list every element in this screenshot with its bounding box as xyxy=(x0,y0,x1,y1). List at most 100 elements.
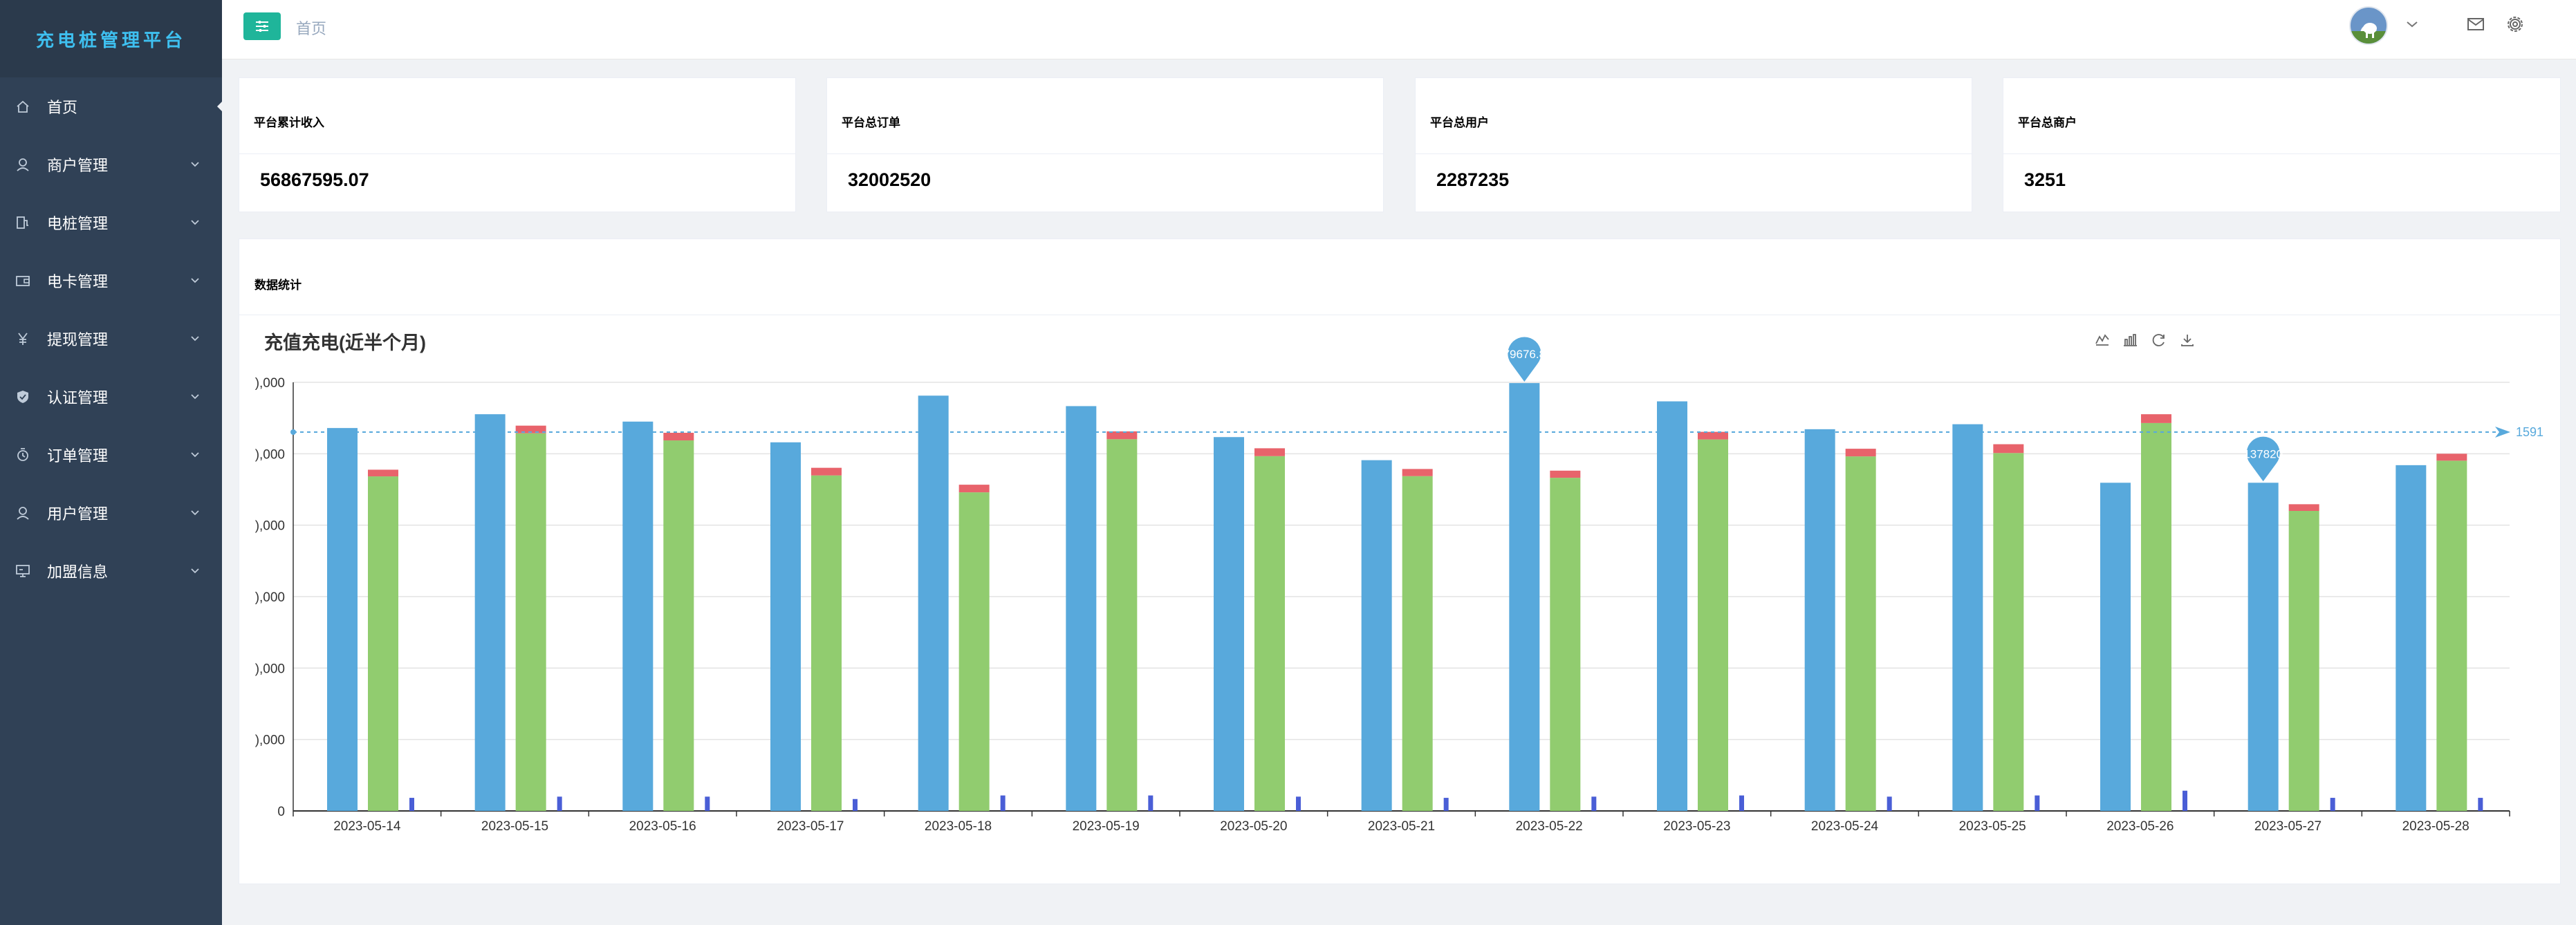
x-tick-label: 2023-05-17 xyxy=(777,819,844,834)
mark-point-label: 137820 xyxy=(2243,447,2283,460)
bar-series-0 xyxy=(1509,383,1540,811)
stat-value: 3251 xyxy=(2024,169,2066,190)
x-tick-label: 2023-05-14 xyxy=(333,819,401,834)
sidebar-item-orders[interactable]: 订单管理 xyxy=(0,426,222,484)
mark-line-label: 1591 xyxy=(2516,425,2543,439)
sidebar-item-label: 首页 xyxy=(47,99,78,116)
bar-series-2 xyxy=(1402,469,1433,476)
bar-series-2 xyxy=(1550,470,1581,478)
avatar-image xyxy=(2351,23,2387,44)
y-tick-label: ),000 xyxy=(255,376,285,391)
x-tick-label: 2023-05-25 xyxy=(1959,819,2026,834)
x-tick-label: 2023-05-19 xyxy=(1073,819,1140,834)
bar-series-0 xyxy=(2100,483,2131,811)
chevron-down-icon xyxy=(191,452,199,458)
yen-icon xyxy=(14,330,32,348)
breadcrumb-home[interactable]: 首页 xyxy=(296,17,326,39)
user-icon xyxy=(14,504,32,522)
stat-card-income: 平台累计收入 56867595.07 xyxy=(239,77,796,212)
bar-series-3 xyxy=(557,796,562,811)
stat-value: 32002520 xyxy=(848,169,932,190)
refresh-icon xyxy=(2152,334,2165,346)
stat-card-merchants: 平台总商户 3251 xyxy=(2003,77,2561,212)
settings-icon[interactable] xyxy=(2505,14,2526,35)
bar-series-3 xyxy=(853,798,858,811)
statistics-panel: 数据统计 充值充电(近半个月) 0),000),000),000),000),00… xyxy=(239,239,2561,884)
bar-series-1 xyxy=(2288,511,2319,811)
menu-toggle-button[interactable] xyxy=(243,12,281,40)
x-tick-label: 2023-05-28 xyxy=(2402,819,2470,834)
bar-series-2 xyxy=(1993,444,2024,454)
mark-line-arrow xyxy=(2495,426,2510,438)
menu-toggle-icon xyxy=(256,21,268,32)
bar-series-3 xyxy=(2478,798,2483,811)
sidebar-item-chargers[interactable]: 电桩管理 xyxy=(0,194,222,252)
bar-series-1 xyxy=(1106,439,1138,811)
bar-series-1 xyxy=(1993,453,2024,811)
bar-series-0 xyxy=(1952,424,1983,811)
sidebar-item-label: 电卡管理 xyxy=(47,273,109,290)
bar-series-0 xyxy=(2396,465,2427,811)
charger-icon xyxy=(14,214,32,232)
bar-series-3 xyxy=(1000,795,1006,811)
chevron-down-icon xyxy=(191,278,199,283)
sidebar: 充电桩管理平台 首页商户管理电桩管理电卡管理提现管理认证管理 订单管理用户管理加盟… xyxy=(0,0,222,925)
bar-series-2 xyxy=(1845,449,1876,457)
sidebar-menu: 首页商户管理电桩管理电卡管理提现管理认证管理 订单管理用户管理加盟信息 xyxy=(0,77,222,600)
stat-value: 56867595.07 xyxy=(260,169,369,190)
bar-series-1 xyxy=(811,475,842,811)
sidebar-item-cards[interactable]: 电卡管理 xyxy=(0,252,222,310)
app-title: 充电桩管理平台 xyxy=(35,30,186,51)
sidebar-item-certification[interactable]: 认证管理 xyxy=(0,368,222,426)
sidebar-item-franchise[interactable]: 加盟信息 xyxy=(0,542,222,600)
sidebar-item-home[interactable]: 首页 xyxy=(0,77,222,136)
download-icon xyxy=(2181,335,2194,346)
stat-card-users: 平台总用户 2287235 xyxy=(1415,77,1972,212)
mail-icon[interactable] xyxy=(2465,14,2486,35)
stat-title: 平台总商户 xyxy=(2018,116,2077,129)
x-tick-label: 2023-05-26 xyxy=(2106,819,2174,834)
bar-series-3 xyxy=(2183,790,2187,811)
x-tick-label: 2023-05-22 xyxy=(1516,819,1583,834)
sidebar-item-label: 提现管理 xyxy=(47,331,109,348)
bar-series-0 xyxy=(622,421,654,811)
stat-title: 平台累计收入 xyxy=(254,116,324,129)
bar-series-1 xyxy=(515,433,546,811)
x-tick-label: 2023-05-16 xyxy=(629,819,696,834)
y-tick-label: ),000 xyxy=(255,447,285,462)
bar-series-3 xyxy=(2035,795,2040,811)
active-indicator xyxy=(217,102,222,111)
sidebar-item-users[interactable]: 用户管理 xyxy=(0,484,222,542)
bar-series-1 xyxy=(1402,476,1433,811)
bar-series-0 xyxy=(1066,406,1097,811)
shield-icon xyxy=(14,388,32,406)
chevron-down-icon xyxy=(191,394,199,400)
sidebar-item-label: 用户管理 xyxy=(47,505,109,523)
sidebar-item-merchants[interactable]: 商户管理 xyxy=(0,136,222,194)
bar-series-2 xyxy=(2141,414,2171,423)
chevron-down-icon[interactable] xyxy=(2405,19,2419,29)
line-chart-icon xyxy=(2095,334,2109,346)
bar-series-3 xyxy=(1443,798,1449,811)
sidebar-item-withdrawals[interactable]: 提现管理 xyxy=(0,310,222,368)
card-divider xyxy=(239,153,795,154)
avatar[interactable] xyxy=(2349,6,2388,45)
bar-series-3 xyxy=(1887,796,1892,811)
bar-series-1 xyxy=(2141,422,2171,811)
bar-series-0 xyxy=(474,414,506,811)
chevron-down-icon xyxy=(191,510,199,516)
bar-series-2 xyxy=(958,485,990,493)
order-icon xyxy=(14,446,32,464)
home-icon xyxy=(14,97,32,115)
chevron-down-icon xyxy=(191,220,199,225)
x-tick-label: 2023-05-23 xyxy=(1663,819,1730,834)
chart-title: 充值充电(近半个月) xyxy=(264,332,426,353)
card-divider xyxy=(827,153,1383,154)
monitor-icon xyxy=(14,562,32,580)
sidebar-item-label: 商户管理 xyxy=(47,157,109,174)
y-tick-label: ),000 xyxy=(255,519,285,534)
bar-series-3 xyxy=(1591,796,1597,811)
x-tick-label: 2023-05-27 xyxy=(2254,819,2322,834)
bar-series-3 xyxy=(1296,796,1301,811)
bar-series-1 xyxy=(1845,456,1876,811)
